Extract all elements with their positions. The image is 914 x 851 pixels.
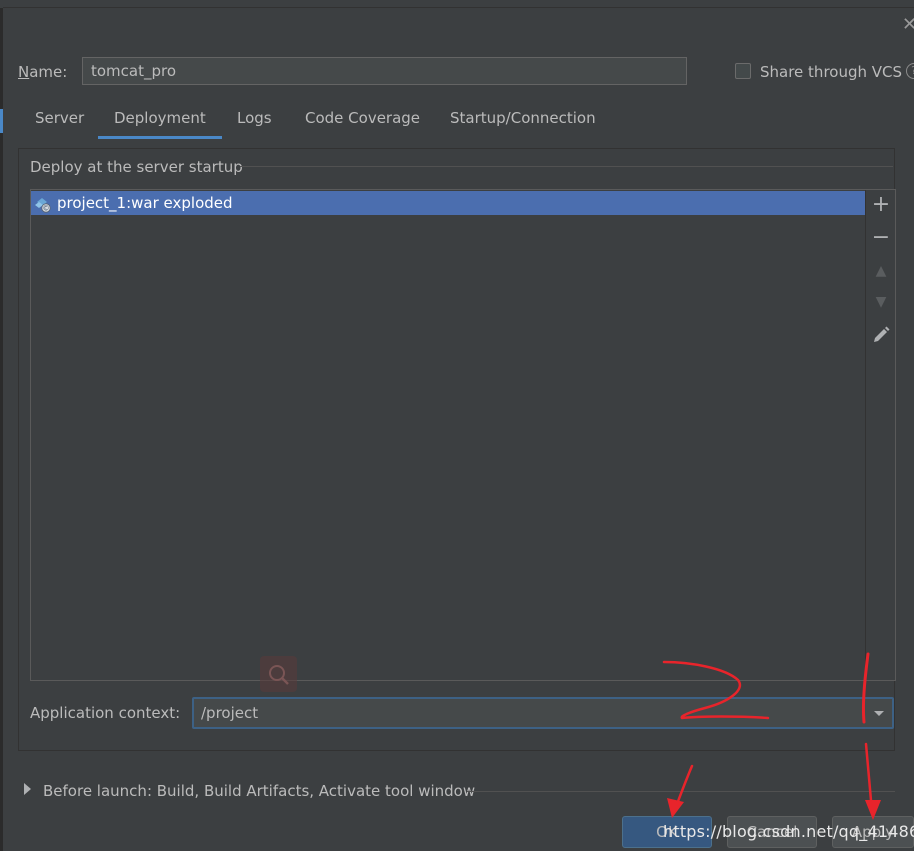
application-context-value[interactable]: /project <box>201 702 258 724</box>
left-panel-selection-marker <box>0 109 3 133</box>
artifact-label: project_1:war exploded <box>57 194 233 212</box>
before-launch-divider <box>467 791 895 792</box>
share-through-vcs-label[interactable]: Share through VCS <box>760 61 902 83</box>
annotation-arrow-apply-shaft <box>864 742 874 814</box>
annotation-arrow-ok-head <box>667 798 684 818</box>
war-exploded-artifact-icon: © <box>35 198 51 213</box>
pencil-icon[interactable] <box>871 325 891 345</box>
tab-logs[interactable]: Logs <box>221 103 288 139</box>
share-through-vcs-checkbox[interactable] <box>735 63 751 79</box>
before-launch-label[interactable]: Before launch: Build, Build Artifacts, A… <box>43 780 475 802</box>
add-icon[interactable]: + <box>869 193 893 217</box>
left-panel-edge <box>0 8 3 851</box>
tab-server[interactable]: Server <box>19 103 100 139</box>
section-divider <box>240 166 893 167</box>
name-field[interactable]: tomcat_pro <box>82 57 687 85</box>
search-icon <box>269 665 289 685</box>
dialog-top-border <box>3 7 914 8</box>
artifact-list-area[interactable] <box>31 190 866 680</box>
application-context-combobox[interactable] <box>192 697 894 729</box>
svg-text:©: © <box>43 205 50 213</box>
deploy-section-title: Deploy at the server startup <box>30 158 243 176</box>
move-up-icon[interactable]: ▲ <box>869 259 893 283</box>
remove-icon[interactable]: − <box>869 226 893 250</box>
expand-triangle-icon[interactable] <box>24 783 31 795</box>
chevron-down-icon[interactable] <box>867 700 891 726</box>
tab-startup-connection[interactable]: Startup/Connection <box>434 103 612 139</box>
application-context-label: Application context: <box>30 704 181 722</box>
close-icon[interactable]: ✕ <box>902 16 914 34</box>
help-icon[interactable]: ? <box>906 63 914 79</box>
name-label: Name: <box>18 63 68 81</box>
move-down-icon[interactable]: ▼ <box>869 290 893 314</box>
tab-code-coverage[interactable]: Code Coverage <box>289 103 436 139</box>
tab-deployment[interactable]: Deployment <box>98 103 222 139</box>
watermark-text: https://blog.csdn.net/qq_41486775 <box>663 822 914 841</box>
annotation-arrow-ok-shaft <box>672 764 694 814</box>
